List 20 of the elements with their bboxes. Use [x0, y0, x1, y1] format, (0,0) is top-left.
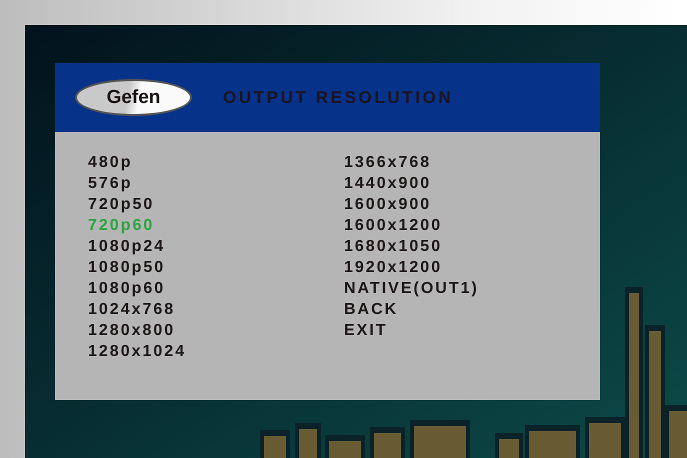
menu-item[interactable]: 720p50 [88, 194, 154, 215]
menu-item[interactable]: 1600x1200 [344, 215, 442, 236]
menu-item[interactable]: 1080p24 [88, 236, 166, 257]
menu-item[interactable]: 1366x768 [344, 152, 432, 173]
menu-title: OUTPUT RESOLUTION [223, 88, 454, 108]
menu-item[interactable]: EXIT [344, 320, 388, 341]
menu-item[interactable]: 1920x1200 [344, 257, 442, 278]
menu-item[interactable]: 1280x1024 [88, 341, 186, 362]
menu-item[interactable]: 1680x1050 [344, 236, 442, 257]
menu-item[interactable]: 1280x800 [88, 320, 176, 341]
menu-item[interactable]: 1080p50 [88, 257, 166, 278]
menu-item[interactable]: BACK [344, 299, 398, 320]
menu-item[interactable]: 1024x768 [88, 299, 176, 320]
menu-item[interactable]: 1600x900 [344, 194, 432, 215]
menu-item[interactable]: NATIVE(OUT1) [344, 278, 479, 299]
menu-item[interactable]: 1080p60 [88, 278, 166, 299]
menu-item[interactable]: 576p [88, 173, 132, 194]
menu-item[interactable]: 1440x900 [344, 173, 432, 194]
logo: Gefen [75, 79, 192, 116]
menu-item[interactable]: 480p [88, 152, 132, 173]
